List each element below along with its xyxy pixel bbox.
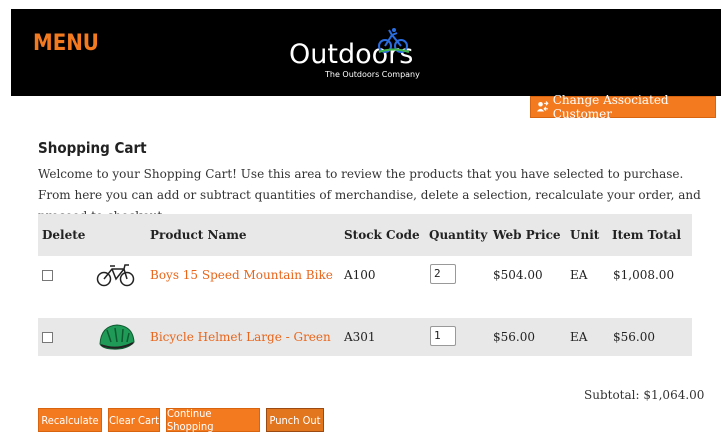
- user-swap-icon: [536, 101, 549, 112]
- stock-code: A301: [344, 330, 376, 344]
- unit: EA: [570, 330, 588, 344]
- item-total: $1,008.00: [613, 268, 675, 282]
- logo-subtitle: The Outdoors Company: [325, 70, 420, 79]
- column-product-name: Product Name: [150, 228, 247, 242]
- quantity-input[interactable]: 1: [430, 326, 456, 346]
- product-link[interactable]: Boys 15 Speed Mountain Bike: [150, 268, 333, 282]
- punch-out-button[interactable]: Punch Out: [266, 408, 324, 432]
- web-price: $56.00: [493, 330, 535, 344]
- page-title: Shopping Cart: [38, 139, 147, 157]
- helmet-image: [99, 324, 135, 350]
- logo[interactable]: Outdoors The Outdoors Company: [289, 27, 439, 89]
- quantity-input[interactable]: 2: [430, 264, 456, 284]
- clear-cart-button[interactable]: Clear Cart: [108, 408, 160, 432]
- column-delete: Delete: [42, 228, 86, 242]
- product-link[interactable]: Bicycle Helmet Large - Green: [150, 330, 331, 344]
- change-associated-customer-label: Change Associated Customer: [552, 93, 669, 121]
- menu-button[interactable]: MENU: [33, 31, 99, 56]
- change-associated-customer-button[interactable]: Change Associated Customer: [530, 93, 716, 121]
- web-price: $504.00: [493, 268, 543, 282]
- delete-checkbox[interactable]: [42, 270, 53, 281]
- recalculate-button[interactable]: Recalculate: [38, 408, 102, 432]
- column-web-price: Web Price: [493, 228, 561, 242]
- column-item-total: Item Total: [612, 228, 682, 242]
- subtotal: Subtotal: $1,064.00: [584, 388, 705, 402]
- bicycle-image: [96, 264, 135, 287]
- column-stock-code: Stock Code: [344, 228, 420, 242]
- cyclist-logo-icon: [378, 28, 410, 53]
- continue-shopping-button[interactable]: Continue Shopping: [166, 407, 260, 433]
- column-quantity: Quantity: [429, 228, 488, 242]
- item-total: $56.00: [613, 330, 655, 344]
- delete-checkbox[interactable]: [42, 332, 53, 343]
- stock-code: A100: [344, 268, 376, 282]
- site-header: MENU Outdoors The Outdoors Company: [11, 9, 721, 96]
- unit: EA: [570, 268, 588, 282]
- column-unit: Unit: [570, 228, 600, 242]
